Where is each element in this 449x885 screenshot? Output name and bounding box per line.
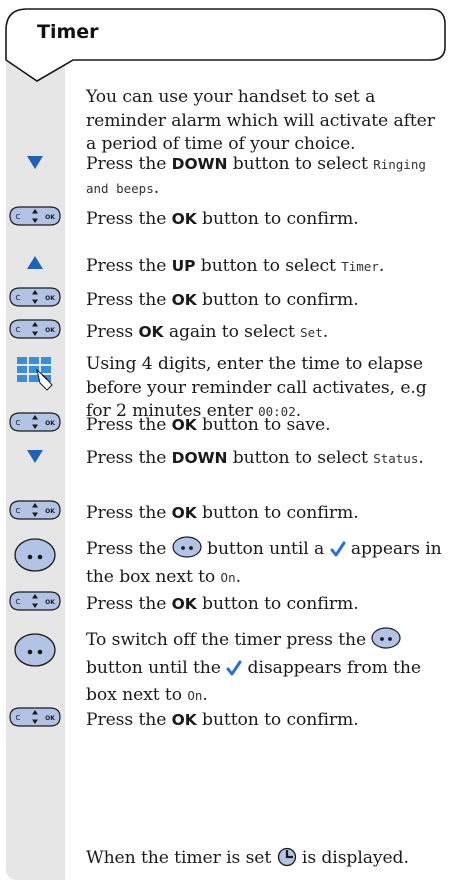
navigation-key-icon: C OK (9, 287, 61, 307)
step-text-pre: Using 4 digits, enter the time to elapse… (86, 354, 427, 421)
button-name: OK (171, 711, 197, 729)
step-text-pre: Press the (86, 539, 172, 559)
step-text-pre: Press the (86, 594, 172, 614)
navigation-key-icon: C OK (9, 319, 61, 339)
button-name: OK (171, 504, 197, 522)
step-text-post: button to save. (196, 415, 331, 435)
key-left-label: C (16, 294, 21, 302)
key-left-label: C (16, 598, 21, 606)
step-text: Press OK again to select Set. (86, 321, 446, 345)
step-text-pre: Press the (86, 415, 172, 435)
step-text-pre: To switch off the timer press the (86, 630, 372, 650)
display-text: Status (373, 451, 419, 466)
round-button-icon (14, 633, 56, 667)
check-mark-icon (330, 540, 346, 566)
navigation-key-icon: C OK (9, 412, 61, 432)
key-right-label: OK (45, 508, 55, 515)
display-text: Timer (341, 259, 379, 274)
keypad-icon (17, 357, 53, 391)
step-text: Press the DOWN button to select Status. (86, 447, 446, 471)
step-text: Press the button until a appears in the … (86, 536, 446, 589)
intro-text: You can use your handset to set a remind… (86, 87, 435, 154)
step-text-post: again to select (163, 322, 301, 342)
round-button-icon (371, 627, 402, 657)
step-text-end: . (202, 685, 208, 705)
key-left-label: C (16, 714, 21, 722)
button-name: DOWN (171, 155, 228, 173)
button-name: OK (138, 323, 164, 341)
page: Timer C OK C OK C OK C OK C OK C OK C OK You can use … (0, 0, 449, 885)
step-text-post: button to select (227, 154, 374, 174)
button-name: OK (171, 291, 197, 309)
step-text-post: button to confirm. (196, 209, 359, 229)
down-arrow-icon (27, 450, 43, 463)
step-text-post: button to select (195, 256, 342, 276)
clock-icon (277, 847, 297, 875)
navigation-key-icon: C OK (9, 206, 61, 226)
display-text: Set (300, 325, 323, 340)
step-text-end: . (235, 566, 241, 587)
step-text-pre: Press the (86, 503, 172, 523)
up-arrow-icon (27, 256, 43, 269)
round-button-icon (14, 538, 56, 572)
down-arrow-icon (27, 156, 43, 169)
round-button-icon (172, 536, 202, 566)
button-name: OK (171, 595, 197, 613)
step-text-end: . (153, 177, 160, 198)
footer-text-pre: When the timer is set (86, 848, 277, 868)
key-right-label: OK (45, 295, 55, 302)
step-text-post: button until a (201, 539, 330, 559)
step-text: Press the DOWN button to select Ringing … (86, 153, 446, 200)
step-text-pre: Press the (86, 290, 172, 310)
key-left-label: C (16, 213, 21, 221)
step-text: To switch off the timer press the button… (86, 627, 446, 708)
footer-text: When the timer is set is displayed. (86, 847, 446, 875)
step-text: Using 4 digits, enter the time to elapse… (86, 353, 446, 424)
display-text: On (220, 569, 236, 585)
step-text-end: . (378, 256, 385, 276)
step-text: Press the OK button to confirm. (86, 709, 446, 733)
step-text-end: . (322, 322, 329, 342)
step-text-pre: Press the (86, 448, 172, 468)
step-text: Press the OK button to confirm. (86, 289, 446, 313)
footer-text-post: is displayed. (296, 848, 409, 868)
navigation-key-icon: C OK (9, 500, 61, 520)
step-text-post: button to confirm. (196, 594, 359, 614)
check-mark-icon (226, 659, 242, 685)
display-text: On (187, 688, 203, 703)
step-text: Press the OK button to confirm. (86, 593, 446, 617)
button-name: UP (171, 257, 196, 275)
key-left-label: C (16, 419, 21, 427)
step-text-post: button to confirm. (196, 710, 359, 730)
button-name: OK (171, 416, 197, 434)
step-text-pre: Press the (86, 256, 172, 276)
button-name: OK (171, 210, 197, 228)
key-left-label: C (16, 326, 21, 334)
navigation-key-icon: C OK (9, 591, 61, 611)
step-text: Press the OK button to save. (86, 414, 446, 438)
key-right-label: OK (45, 715, 55, 722)
key-right-label: OK (45, 599, 55, 606)
step-text: Press the OK button to confirm. (86, 502, 446, 526)
step-text-post: button to confirm. (196, 503, 359, 523)
button-name: DOWN (171, 449, 228, 467)
step-text-end: . (418, 448, 424, 468)
key-left-label: C (16, 507, 21, 515)
step-text-pre: Press the (86, 710, 172, 730)
navigation-key-icon: C OK (9, 707, 61, 727)
step-text-post: button to confirm. (196, 290, 359, 310)
step-text-pre: Press the (86, 209, 172, 229)
key-right-label: OK (45, 214, 55, 221)
step-text-pre: Press (86, 322, 139, 342)
step-text-post: button to select (227, 448, 374, 468)
key-right-label: OK (45, 327, 55, 334)
step-text-post: button until the (86, 657, 227, 678)
step-text: Press the OK button to confirm. (86, 208, 446, 232)
step-text-pre: Press the (86, 154, 172, 174)
step-text: Press the UP button to select Timer. (86, 255, 446, 279)
key-right-label: OK (45, 420, 55, 427)
